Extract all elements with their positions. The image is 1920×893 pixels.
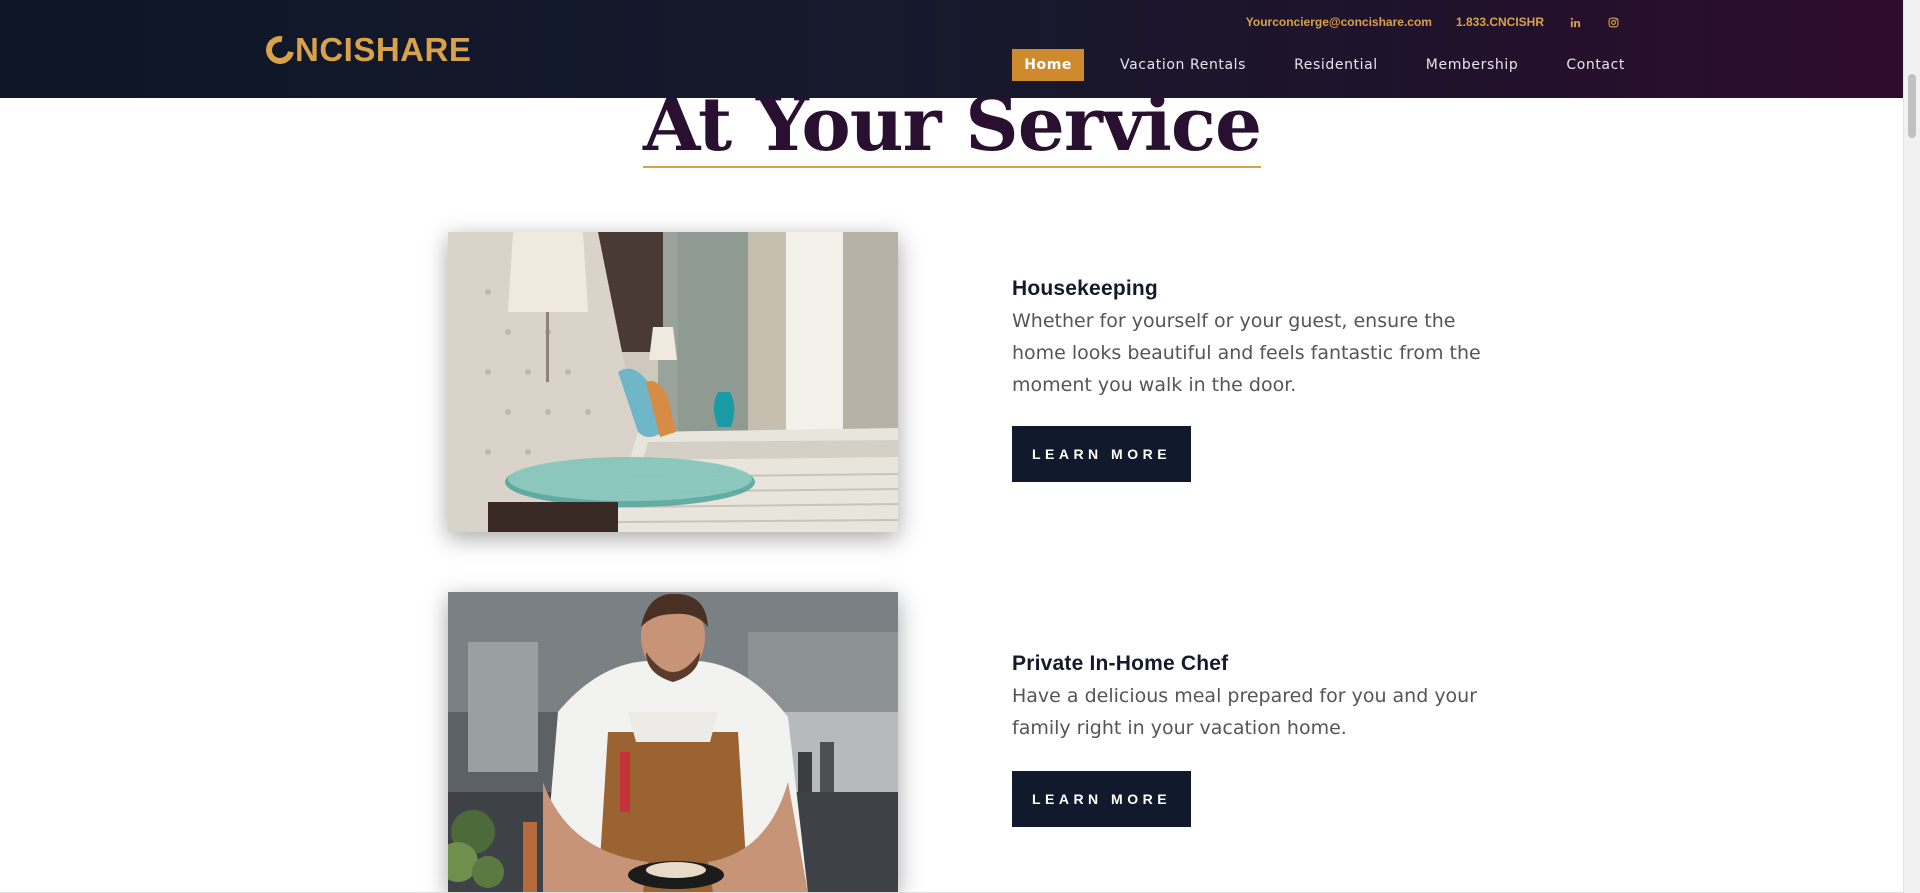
service-title: Housekeeping: [1012, 277, 1158, 300]
main-nav: Home Vacation Rentals Residential Member…: [1012, 49, 1625, 81]
service-description: Whether for yourself or your guest, ensu…: [1012, 310, 1481, 396]
scrollbar-thumb[interactable]: [1908, 74, 1916, 138]
chef-text: Private In-Home Chef Have a delicious me…: [1012, 652, 1512, 744]
learn-more-chef-button[interactable]: LEARN MORE: [1012, 771, 1191, 827]
nav-membership[interactable]: Membership: [1402, 49, 1543, 81]
housekeeping-text: Housekeeping Whether for yourself or you…: [1012, 277, 1512, 401]
concishare-logo[interactable]: NCISHARE: [260, 28, 472, 72]
service-row-housekeeping: Housekeeping Whether for yourself or you…: [0, 232, 1904, 532]
chef-photo: [448, 592, 898, 893]
bedroom-photo: [448, 232, 898, 532]
browser-window: NCISHARE Yourconcierge@concishare.com 1.…: [0, 0, 1920, 893]
nav-vacation-rentals[interactable]: Vacation Rentals: [1096, 49, 1270, 81]
page-scrollbar[interactable]: [1903, 0, 1920, 893]
site-header: NCISHARE Yourconcierge@concishare.com 1.…: [0, 0, 1904, 98]
linkedin-icon[interactable]: [1568, 15, 1582, 29]
service-row-chef: Private In-Home Chef Have a delicious me…: [0, 592, 1904, 893]
learn-more-housekeeping-button[interactable]: LEARN MORE: [1012, 426, 1191, 482]
instagram-icon[interactable]: [1606, 15, 1620, 29]
phone-link[interactable]: 1.833.CNCISHR: [1456, 15, 1544, 29]
contact-topbar: Yourconcierge@concishare.com 1.833.CNCIS…: [1246, 15, 1620, 29]
service-title: Private In-Home Chef: [1012, 652, 1229, 675]
logo-text: NCISHARE: [295, 31, 472, 68]
nav-contact[interactable]: Contact: [1542, 49, 1625, 81]
service-description: Have a delicious meal prepared for you a…: [1012, 685, 1478, 739]
nav-residential[interactable]: Residential: [1270, 49, 1402, 81]
email-link[interactable]: Yourconcierge@concishare.com: [1246, 15, 1432, 29]
logo-o-ring: [260, 30, 300, 70]
nav-home[interactable]: Home: [1012, 49, 1085, 81]
